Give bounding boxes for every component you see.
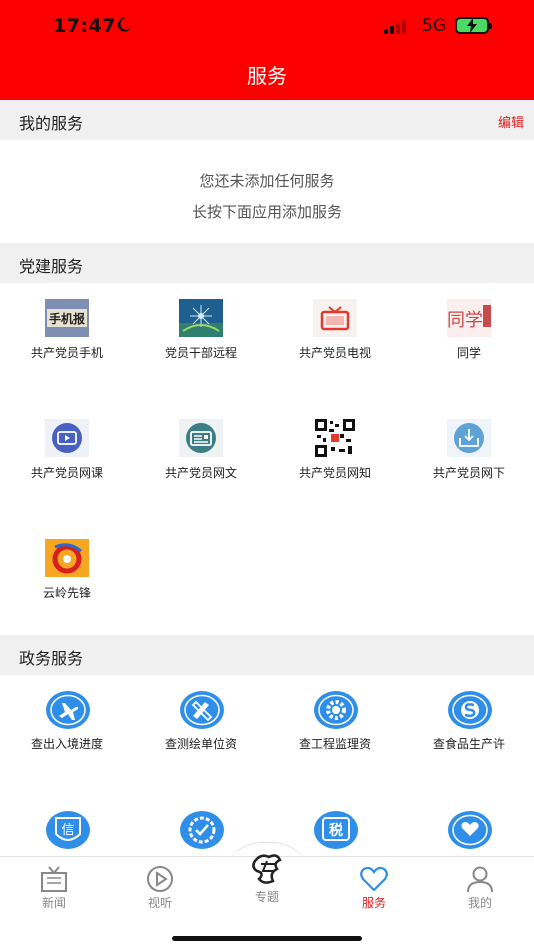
classmate-icon: 同学 xyxy=(447,299,491,337)
tab-media[interactable]: 视听 xyxy=(120,865,200,911)
tab-label: 新闻 xyxy=(41,896,66,910)
gear-icon xyxy=(314,691,358,729)
gov-services-header: 政务服务 xyxy=(0,635,534,675)
tab-label: 视听 xyxy=(147,896,172,910)
status-time: 17:47 xyxy=(53,15,116,37)
heart-hands-icon xyxy=(448,811,492,849)
header: 17:47 5G 服务 xyxy=(0,0,534,100)
service-label: 共产党员网文 xyxy=(164,466,237,480)
empty-hint-line1: 您还未添加任何服务 xyxy=(199,172,335,190)
tab-label: 我的 xyxy=(467,896,492,910)
download-icon xyxy=(447,419,491,457)
service-label: 党员干部远程 xyxy=(164,346,237,360)
special-topic-icon xyxy=(252,854,282,884)
empty-hint-line2: 长按下面应用添加服务 xyxy=(191,203,342,221)
airplane-icon xyxy=(46,691,90,729)
tab-label: 专题 xyxy=(254,890,279,904)
service-label: 查工程监理资 xyxy=(298,737,371,751)
tab-special-topic[interactable]: 专题 xyxy=(227,851,307,905)
charging-bolt-icon xyxy=(467,18,477,33)
my-services-header: 我的服务 编辑 xyxy=(0,100,534,140)
credit-icon: 信 xyxy=(46,811,90,849)
network-type: 5G xyxy=(422,16,446,36)
gov-services-title: 政务服务 xyxy=(19,649,84,668)
person-icon xyxy=(467,866,493,893)
service-label: 查食品生产许 xyxy=(432,737,505,751)
svg-text:同学: 同学 xyxy=(447,310,483,331)
check-gear-icon xyxy=(180,811,224,849)
service-label: 共产党员网知 xyxy=(298,466,371,480)
signal-icon xyxy=(384,20,412,34)
svg-text:手机报: 手机报 xyxy=(49,311,85,326)
ruler-pencil-icon xyxy=(180,691,224,729)
food-license-icon xyxy=(448,691,492,729)
home-indicator xyxy=(172,936,362,941)
service-label: 共产党员网课 xyxy=(30,466,103,480)
service-label: 查测绘单位资 xyxy=(164,737,237,751)
svg-text:税: 税 xyxy=(329,822,343,839)
edit-button[interactable]: 编辑 xyxy=(498,112,524,131)
tab-news[interactable]: 新闻 xyxy=(14,865,94,911)
moon-icon xyxy=(117,17,131,32)
service-label: 查出入境进度 xyxy=(30,737,103,751)
video-course-icon xyxy=(45,419,89,457)
my-services-title: 我的服务 xyxy=(19,114,84,133)
tax-icon: 税 xyxy=(314,811,358,849)
yunling-logo-icon xyxy=(45,539,89,577)
party-services-header: 党建服务 xyxy=(0,243,534,283)
tab-label: 服务 xyxy=(361,896,386,910)
battery-icon xyxy=(455,17,492,34)
party-services-title: 党建服务 xyxy=(19,257,84,276)
service-label: 共产党员手机 xyxy=(30,346,103,360)
page-title: 服务 xyxy=(247,64,287,88)
qr-code-icon xyxy=(313,419,357,457)
svg-text:信: 信 xyxy=(61,823,74,838)
heart-icon xyxy=(360,866,388,892)
play-icon xyxy=(147,866,173,892)
service-label: 共产党员电视 xyxy=(298,346,371,360)
service-label: 云岭先锋 xyxy=(42,586,91,600)
tab-mine[interactable]: 我的 xyxy=(440,865,520,911)
article-icon xyxy=(179,419,223,457)
tab-services[interactable]: 服务 xyxy=(334,865,414,911)
phone-news-icon: 手机报 xyxy=(45,299,89,337)
remote-education-icon xyxy=(179,299,223,337)
news-icon xyxy=(41,866,67,892)
status-bar: 17:47 5G xyxy=(0,0,534,52)
tv-icon xyxy=(313,299,357,337)
service-label: 共产党员网下 xyxy=(432,466,505,480)
service-label: 同学 xyxy=(456,346,481,360)
